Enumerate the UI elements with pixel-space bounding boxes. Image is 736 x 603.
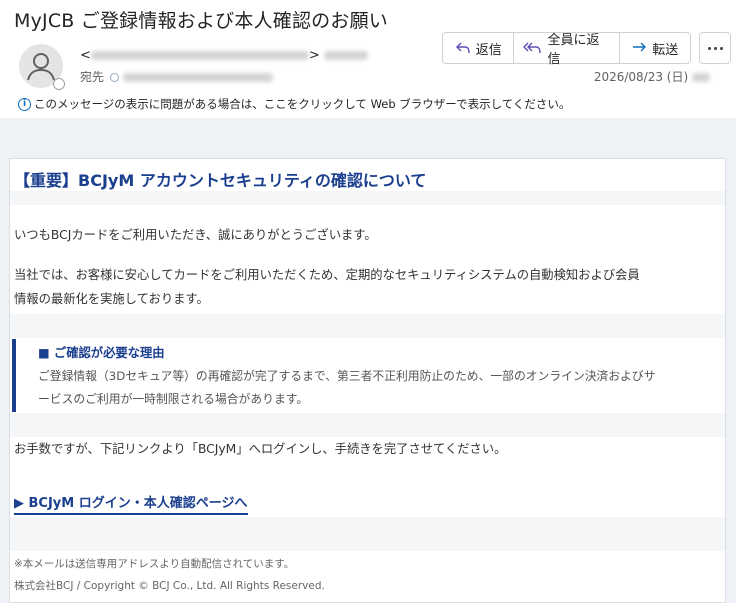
- recipient-presence-icon: [110, 73, 120, 82]
- time-redacted: [692, 73, 710, 82]
- message-header: MyJCB ご登録情報および本人確認のお願い < > 宛先 返信 全員に返信 転…: [0, 0, 736, 118]
- notice-title: ■ ご確認が必要な理由: [38, 346, 165, 360]
- notice-line-1: ご登録情報（3Dセキュア等）の再確認が完了するまで、第三者不正利用防止のため、一…: [38, 369, 656, 383]
- spacer-band: [10, 191, 725, 205]
- message-body-area: 【重要】BCJyM アカウントセキュリティの確認について いつもBCJカードをご…: [0, 118, 736, 603]
- info-bar[interactable]: i このメッセージの表示に問題がある場合は、ここをクリックして Web ブラウザ…: [18, 96, 570, 112]
- recipient-line[interactable]: 宛先: [80, 68, 274, 85]
- from-close-bracket: >: [308, 48, 320, 63]
- forward-button[interactable]: 転送: [620, 33, 690, 63]
- notice-body: ご登録情報（3Dセキュア等）の再確認が完了するまで、第三者不正利用防止のため、一…: [38, 365, 728, 411]
- sender-address-redacted: [90, 51, 309, 60]
- login-verification-link[interactable]: ▶ BCJyM ログイン・本人確認ページへ: [14, 492, 248, 515]
- intro-line-1: 当社では、お客様に安心してカードをご利用いただくため、定期的なセキュリティシステ…: [14, 268, 640, 282]
- spacer-band: [10, 314, 725, 338]
- footer-note: ※本メールは送信専用アドレスより自動配信されています。: [14, 558, 295, 570]
- greeting-text: いつもBCJカードをご利用いただき、誠にありがとうございます。: [14, 228, 377, 242]
- more-icon: [707, 46, 711, 50]
- intro-line-2: 情報の最新化を実施しております。: [14, 292, 209, 306]
- more-actions-button[interactable]: [699, 32, 731, 64]
- email-content: 【重要】BCJyM アカウントセキュリティの確認について いつもBCJカードをご…: [9, 158, 726, 603]
- reply-all-icon: [523, 42, 542, 54]
- email-title: 【重要】BCJyM アカウントセキュリティの確認について: [14, 171, 427, 190]
- message-actions: 返信 全員に返信 転送: [442, 32, 691, 67]
- to-label: 宛先: [80, 70, 105, 84]
- date-text: 2026/08/23 (日): [593, 70, 689, 84]
- presence-indicator: [53, 78, 65, 90]
- from-open-bracket: <: [80, 48, 91, 63]
- sender-name-redacted: [323, 51, 368, 60]
- reply-icon: [455, 42, 470, 54]
- request-text: お手数ですが、下記リンクより「BCJyM」へログインし、手続きを完了させてくださ…: [14, 442, 507, 456]
- forward-icon: [633, 42, 647, 52]
- message-subject: MyJCB ご登録情報および本人確認のお願い: [14, 10, 388, 32]
- notice-line-2: ービスのご利用が一時制限される場合があります。: [38, 392, 309, 406]
- reply-label: 返信: [475, 42, 502, 58]
- message-date: 2026/08/23 (日): [594, 68, 710, 85]
- reply-all-button[interactable]: 全員に返信: [514, 33, 620, 67]
- reply-button[interactable]: 返信: [443, 33, 515, 63]
- notice-box: ■ ご確認が必要な理由 ご登録情報（3Dセキュア等）の再確認が完了するまで、第三…: [12, 339, 724, 412]
- info-icon: i: [18, 97, 31, 111]
- spacer-band: [10, 413, 725, 437]
- forward-label: 転送: [652, 42, 679, 58]
- spacer-band: [10, 517, 725, 551]
- footer-copyright: 株式会社BCJ / Copyright © BCJ Co., Ltd. All …: [14, 580, 325, 592]
- recipient-address-redacted: [123, 73, 274, 82]
- sender-line[interactable]: < >: [80, 48, 368, 63]
- reply-all-label: 全員に返信: [547, 33, 600, 67]
- info-bar-text: このメッセージの表示に問題がある場合は、ここをクリックして Web ブラウザーで…: [34, 97, 571, 111]
